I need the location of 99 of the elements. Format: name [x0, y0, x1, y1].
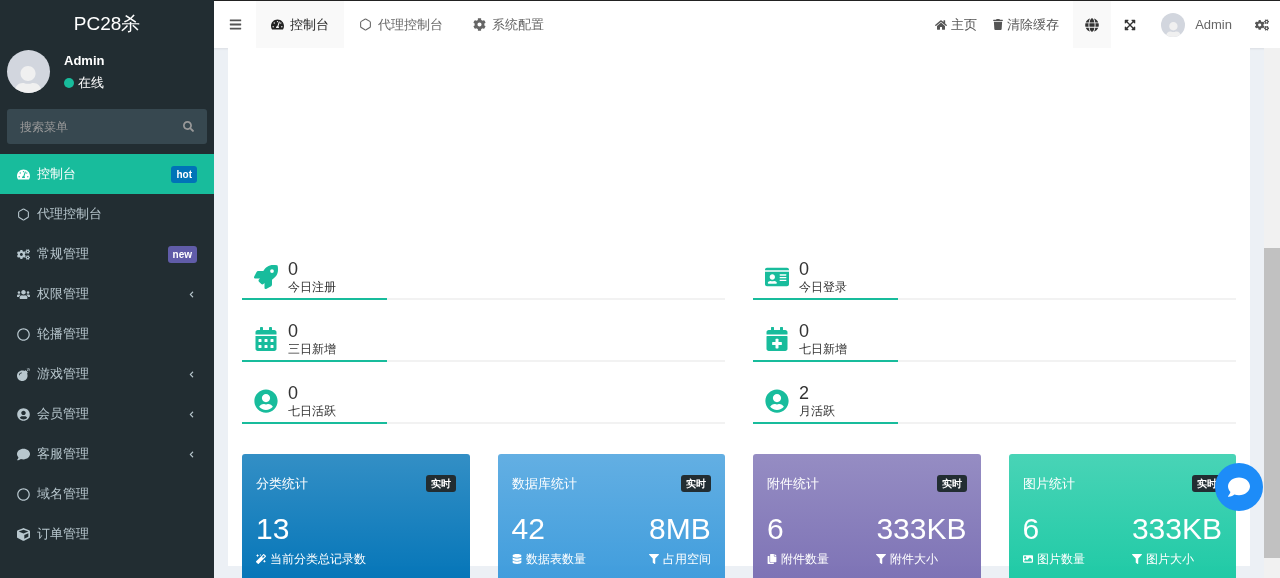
menu-label: 客服管理 — [37, 445, 90, 464]
nav-tab[interactable]: 控制台 — [256, 1, 344, 48]
card-value: 8MB — [649, 511, 711, 546]
menu-item[interactable]: 订单管理 — [0, 514, 214, 554]
menu-item[interactable]: 控制台 hot — [0, 154, 214, 194]
cube-icon — [17, 527, 30, 541]
stat-value: 2 — [799, 383, 810, 403]
dashboard-icon — [271, 18, 284, 31]
menu-label: 域名管理 — [37, 485, 90, 504]
magic-wand-icon — [256, 553, 266, 564]
gears-icon — [17, 247, 30, 261]
chat-button[interactable] — [1215, 463, 1263, 511]
brand-title[interactable]: PC28杀 — [0, 0, 214, 48]
card-label: 附件数量 — [781, 550, 829, 568]
menu-label: 游戏管理 — [37, 365, 90, 384]
menu-item[interactable]: 会员管理 — [0, 394, 214, 434]
card-value: 333KB — [1131, 511, 1222, 546]
stat-label: 七日活跃 — [288, 403, 336, 419]
header-link[interactable]: 主页 — [927, 14, 986, 35]
stat-label: 今日登录 — [799, 279, 847, 295]
menu-item[interactable]: 轮播管理 — [0, 314, 214, 354]
menu-item[interactable]: 权限管理 — [0, 274, 214, 314]
search-field[interactable]: 搜索菜单 — [7, 109, 207, 144]
header-link[interactable]: 清除缓存 — [985, 14, 1068, 35]
card-label: 图片数量 — [1036, 550, 1085, 568]
user-name: Admin — [64, 51, 105, 70]
card-label: 图片大小 — [1145, 550, 1194, 568]
calendar-plus-icon — [765, 327, 789, 351]
stat-label: 七日新增 — [799, 341, 847, 357]
comment-icon — [17, 447, 30, 461]
menu-label: 订单管理 — [37, 525, 90, 544]
menu-badge: new — [167, 245, 197, 263]
rocket-icon — [254, 265, 278, 289]
card-label: 占用空间 — [663, 550, 711, 568]
nav-tab[interactable]: 系统配置 — [458, 1, 559, 48]
id-card-icon — [765, 265, 789, 289]
menu-label: 会员管理 — [37, 405, 90, 424]
menu-label: 控制台 — [37, 165, 77, 184]
search-icon — [183, 121, 194, 132]
card-value: 6 — [767, 511, 785, 546]
stat-value: 0 — [288, 383, 299, 403]
card-badge: 实时 — [936, 475, 967, 493]
copy-icon — [767, 553, 777, 564]
filter-icon — [876, 553, 887, 564]
card-value: 42 — [511, 511, 546, 546]
menu-item[interactable]: 代理控制台 — [0, 194, 214, 234]
image-icon — [1022, 553, 1033, 564]
menu-item[interactable]: 客服管理 — [0, 434, 214, 474]
card-title: 附件统计 — [767, 475, 819, 493]
trash-icon — [993, 19, 1004, 30]
user-avatar — [7, 50, 50, 93]
card-label: 附件大小 — [890, 550, 939, 568]
settings-icon — [1255, 17, 1269, 32]
stat-label: 今日注册 — [288, 279, 336, 295]
menu-item[interactable]: 游戏管理 — [0, 354, 214, 394]
stat-value: 0 — [288, 321, 299, 341]
bomb-icon — [17, 367, 30, 381]
stat-label: 三日新增 — [288, 341, 336, 357]
menu-item[interactable]: 域名管理 — [0, 474, 214, 514]
filter-icon — [649, 553, 659, 564]
settings-icon — [473, 18, 486, 31]
language-button[interactable] — [1073, 1, 1112, 48]
menu-label: 权限管理 — [37, 285, 90, 304]
card-title: 数据库统计 — [511, 475, 577, 493]
user-status: 在线 — [78, 74, 104, 92]
card-badge: 实时 — [425, 475, 456, 493]
users-icon — [17, 287, 30, 301]
card-title: 分类统计 — [256, 475, 308, 493]
stat-value: 0 — [799, 321, 810, 341]
hexagon-icon — [359, 18, 372, 31]
database-icon — [511, 553, 522, 564]
card-label: 数据表数量 — [525, 550, 586, 568]
dashboard-icon — [17, 167, 30, 181]
hexagon-icon — [17, 207, 30, 221]
menu-label: 常规管理 — [37, 245, 90, 264]
calendar-icon — [254, 327, 278, 351]
card-badge: 实时 — [681, 475, 711, 493]
nav-tab[interactable]: 代理控制台 — [344, 1, 458, 48]
menu-item[interactable]: 常规管理 new — [0, 234, 214, 274]
menu-label: 轮播管理 — [37, 325, 90, 344]
home-icon — [935, 18, 948, 31]
stat-label: 月活跃 — [799, 403, 835, 419]
fullscreen-icon — [1124, 18, 1137, 31]
scrollbar-thumb[interactable] — [1264, 248, 1280, 558]
card-label: 当前分类总记录数 — [270, 550, 366, 568]
menu-label: 代理控制台 — [37, 205, 103, 224]
card-value: 333KB — [876, 511, 967, 546]
stat-value: 0 — [799, 259, 810, 279]
card-value: 13 — [256, 511, 291, 546]
header-user[interactable]: Admin — [1195, 14, 1232, 35]
header-avatar — [1161, 12, 1186, 37]
menu-badge: hot — [171, 165, 197, 183]
filter-icon — [1131, 553, 1142, 564]
card-value: 6 — [1022, 511, 1041, 546]
globe-icon — [1085, 17, 1100, 32]
card-title: 图片统计 — [1022, 475, 1075, 493]
menu-icon — [228, 18, 242, 31]
chat-icon — [1228, 476, 1250, 498]
stat-value: 0 — [288, 259, 299, 279]
